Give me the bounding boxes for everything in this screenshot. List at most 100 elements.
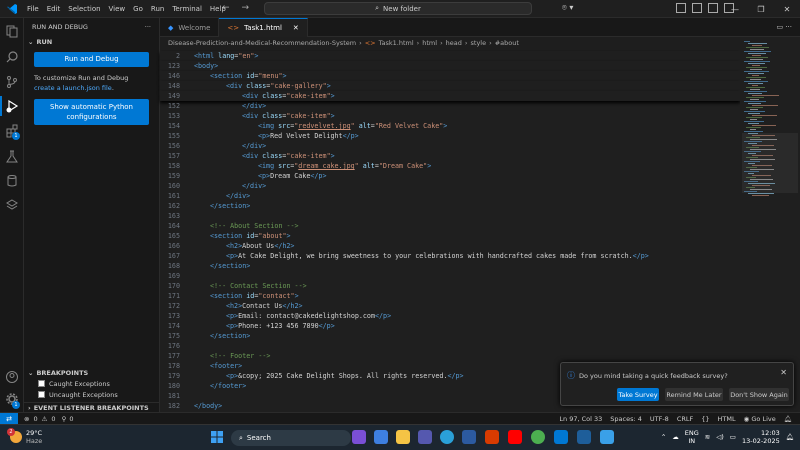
layers-icon[interactable] [5,198,19,212]
file-explorer-icon[interactable] [396,430,410,444]
code-editor[interactable]: 2 <html lang="en"> 123 <body> 146 <section id… [160,49,740,420]
breadcrumb-item[interactable]: style [471,39,487,47]
remind-me-later-button[interactable]: Remind Me Later [665,388,723,401]
code-line[interactable]: 157 <div class="cake-item"> [160,151,740,161]
code-line[interactable]: 163 [160,211,740,221]
toggle-secondary-sidebar-icon[interactable] [708,3,718,13]
create-link[interactable]: create [34,84,55,92]
task-view-icon[interactable] [352,430,366,444]
code-line[interactable]: 169 [160,271,740,281]
tab-welcome[interactable]: ◆ Welcome [160,18,220,37]
code-line[interactable]: 170 <!-- Contact Section --> [160,281,740,291]
breakpoint-caught-exceptions[interactable]: Caught Exceptions [24,378,160,389]
close-icon[interactable]: ✕ [780,368,787,377]
vscode-taskbar-icon[interactable] [554,430,568,444]
code-line[interactable]: 161 </div> [160,191,740,201]
code-line[interactable]: 148 <div class="cake-gallery"> [160,81,740,91]
copilot-app-icon[interactable] [374,430,388,444]
notifications-bell-icon[interactable]: 🔔︎ [784,415,792,423]
language-mode[interactable]: HTML [718,415,736,423]
back-arrow-icon[interactable]: ← [222,3,230,13]
breadcrumb-item[interactable]: Disease-Prediction-and-Medical-Recommend… [168,39,356,47]
forward-arrow-icon[interactable]: → [242,3,250,13]
chevron-up-icon[interactable]: ⌃ [661,433,666,441]
source-control-icon[interactable] [5,75,19,89]
remote-indicator-icon[interactable]: ⇄ [0,412,18,425]
encoding[interactable]: UTF-8 [650,415,669,423]
code-line[interactable]: 176 [160,341,740,351]
app-icon[interactable] [600,430,614,444]
code-line[interactable]: 168 </section> [160,261,740,271]
menu-item-selection[interactable]: Selection [64,5,104,13]
code-line[interactable]: 175 </section> [160,331,740,341]
take-survey-button[interactable]: Take Survey [617,388,659,401]
indentation[interactable]: Spaces: 4 [610,415,642,423]
menu-item-go[interactable]: Go [129,5,147,13]
close-button[interactable]: ✕ [774,5,800,14]
store-icon[interactable] [462,430,476,444]
toggle-panel-icon[interactable] [692,3,702,13]
code-line[interactable]: 155 <p>Red Velvet Delight</p> [160,131,740,141]
launch-json-link[interactable]: a launch.json file [57,84,112,92]
explorer-icon[interactable] [5,24,19,38]
go-live-button[interactable]: ◉ Go Live [744,415,776,423]
code-line[interactable]: 172 <h2>Contact Us</h2> [160,301,740,311]
event-listener-breakpoints-header[interactable]: › EVENT LISTENER BREAKPOINTS [24,402,160,412]
show-python-configurations-button[interactable]: Show automatic Python configurations [34,99,149,125]
code-line[interactable]: 159 <p>Dream Cake</p> [160,171,740,181]
clock[interactable]: 12:03 13-02-2025 [742,429,780,445]
code-line[interactable]: 156 </div> [160,141,740,151]
code-line[interactable]: 177 <!-- Footer --> [160,351,740,361]
run-section-header[interactable]: ⌄ RUN [24,36,159,48]
menu-item-file[interactable]: File [23,5,43,13]
minimap[interactable] [740,37,800,412]
taskbar-search[interactable]: ⌕ Search [231,430,351,446]
menu-item-terminal[interactable]: Terminal [168,5,206,13]
code-line[interactable]: 171 <section id="contact"> [160,291,740,301]
dont-show-again-button[interactable]: Don't Show Again [729,388,789,401]
code-line[interactable]: 160 </div> [160,181,740,191]
chrome-icon[interactable] [531,430,545,444]
minimize-button[interactable]: — [722,5,748,14]
copilot-icon[interactable]: ⌾ ▾ [562,3,573,13]
notifications-icon[interactable]: 🔔︎ [786,433,794,441]
code-line[interactable]: 166 <h2>About Us</h2> [160,241,740,251]
accounts-icon[interactable] [5,370,19,384]
code-line[interactable]: 146 <section id="menu"> [160,71,740,81]
code-line[interactable]: 162 </section> [160,201,740,211]
ports-indicator[interactable]: ⚲ 0 [62,415,74,423]
edge-browser-icon[interactable] [440,430,454,444]
close-icon[interactable]: ✕ [293,24,299,32]
code-line[interactable]: 158 <img src="dream cake.jpg" alt="Dream … [160,161,740,171]
code-line[interactable]: 152 </div> [160,101,740,111]
windows-start-icon[interactable] [210,430,224,444]
battery-icon[interactable]: ▭ [730,433,736,441]
cloud-icon[interactable]: ☁ [672,433,679,441]
run-and-debug-icon[interactable] [5,99,19,113]
more-actions-icon[interactable]: ··· [145,23,151,31]
menu-item-run[interactable]: Run [147,5,168,13]
checkbox[interactable] [38,380,45,387]
teams-icon[interactable] [418,430,432,444]
wifi-icon[interactable]: ≋ [705,433,710,441]
language-indicator[interactable]: ENG IN [685,429,699,445]
code-line[interactable]: 164 <!-- About Section --> [160,221,740,231]
code-line[interactable]: 153 <div class="cake-item"> [160,111,740,121]
code-line[interactable]: 149 <div class="cake-item"> [160,91,740,101]
testing-icon[interactable] [5,150,19,164]
run-and-debug-button[interactable]: Run and Debug [34,52,149,67]
breadcrumb-item[interactable]: Task1.html [379,39,414,47]
volume-icon[interactable]: ◁) [716,433,724,441]
toggle-primary-sidebar-icon[interactable] [676,3,686,13]
code-line[interactable]: 173 <p>Email: contact@cakedelightshop.com… [160,311,740,321]
breadcrumb-item[interactable]: html [422,39,437,47]
office-icon[interactable] [485,430,499,444]
menu-item-view[interactable]: View [105,5,130,13]
weather-widget[interactable]: 2 29°C Haze [7,428,42,445]
code-line[interactable]: 123 <body> [160,61,740,71]
breadcrumb-item[interactable]: head [446,39,462,47]
youtube-icon[interactable] [508,430,522,444]
code-line[interactable]: 174 <p>Phone: +123 456 7890</p> [160,321,740,331]
menu-item-edit[interactable]: Edit [43,5,65,13]
cursor-position[interactable]: Ln 97, Col 33 [559,415,602,423]
